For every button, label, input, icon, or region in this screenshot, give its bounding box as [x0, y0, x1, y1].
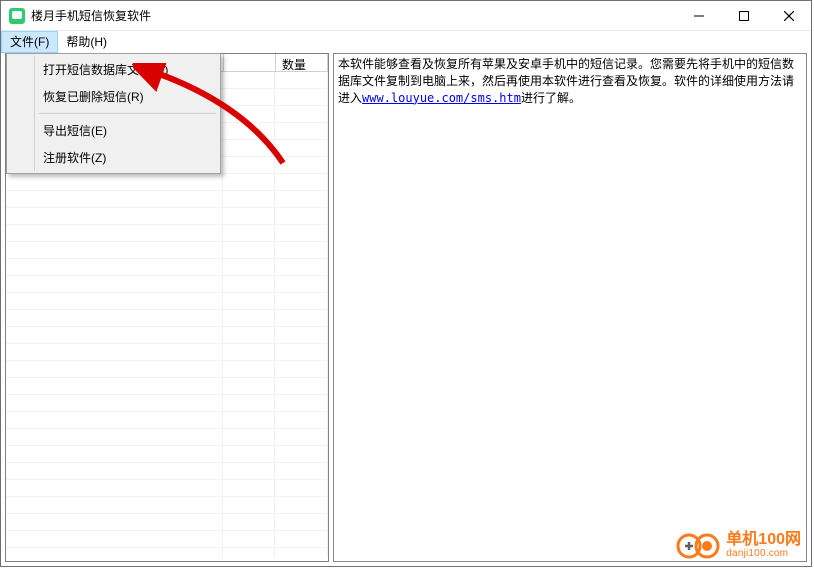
table-row[interactable]: [6, 514, 328, 531]
table-row[interactable]: [6, 327, 328, 344]
table-row[interactable]: [6, 429, 328, 446]
info-pane: 本软件能够查看及恢复所有苹果及安卓手机中的短信记录。您需要先将手机中的短信数据库…: [333, 53, 807, 562]
window-title: 楼月手机短信恢复软件: [31, 7, 676, 24]
table-row[interactable]: [6, 378, 328, 395]
info-link[interactable]: www.louyue.com/sms.htm: [362, 91, 521, 105]
titlebar: 楼月手机短信恢复软件: [1, 1, 811, 31]
watermark: 单机100网 danji100.com: [676, 532, 801, 560]
table-row[interactable]: [6, 293, 328, 310]
table-row[interactable]: [6, 395, 328, 412]
table-row[interactable]: [6, 463, 328, 480]
window-controls: [676, 1, 811, 30]
table-row[interactable]: [6, 191, 328, 208]
menu-recover-deleted[interactable]: 恢复已删除短信(R): [9, 83, 218, 110]
table-row[interactable]: [6, 174, 328, 191]
watermark-logo-icon: [676, 532, 720, 560]
menu-export-sms[interactable]: 导出短信(E): [9, 117, 218, 144]
menu-register[interactable]: 注册软件(Z): [9, 144, 218, 171]
menu-separator: [39, 113, 216, 114]
app-icon: [9, 8, 25, 24]
app-window: 楼月手机短信恢复软件 文件(F) 帮助(H): [0, 0, 812, 567]
maximize-button[interactable]: [721, 1, 766, 30]
table-row[interactable]: [6, 208, 328, 225]
table-row[interactable]: [6, 344, 328, 361]
table-row[interactable]: [6, 412, 328, 429]
menu-file[interactable]: 文件(F): [1, 31, 58, 53]
menubar: 文件(F) 帮助(H): [1, 31, 811, 53]
watermark-sub: danji100.com: [726, 549, 801, 560]
table-row[interactable]: [6, 531, 328, 548]
table-row[interactable]: [6, 548, 328, 557]
table-row[interactable]: [6, 446, 328, 463]
table-row[interactable]: [6, 480, 328, 497]
file-menu-dropdown: 打开短信数据库文件(O) 恢复已删除短信(R) 导出短信(E) 注册软件(Z): [6, 53, 221, 174]
close-button[interactable]: [766, 1, 811, 30]
minimize-button[interactable]: [676, 1, 721, 30]
watermark-main: 单机100网: [726, 532, 801, 549]
info-text-post: 进行了解。: [521, 91, 581, 105]
table-row[interactable]: [6, 310, 328, 327]
menu-help[interactable]: 帮助(H): [58, 31, 115, 53]
col-header-1[interactable]: [224, 54, 276, 72]
table-row[interactable]: [6, 276, 328, 293]
menu-open-db[interactable]: 打开短信数据库文件(O): [9, 56, 218, 83]
table-row[interactable]: [6, 497, 328, 514]
table-row[interactable]: [6, 225, 328, 242]
table-row[interactable]: [6, 259, 328, 276]
table-row[interactable]: [6, 361, 328, 378]
col-header-count[interactable]: 数量: [276, 54, 328, 72]
table-row[interactable]: [6, 242, 328, 259]
